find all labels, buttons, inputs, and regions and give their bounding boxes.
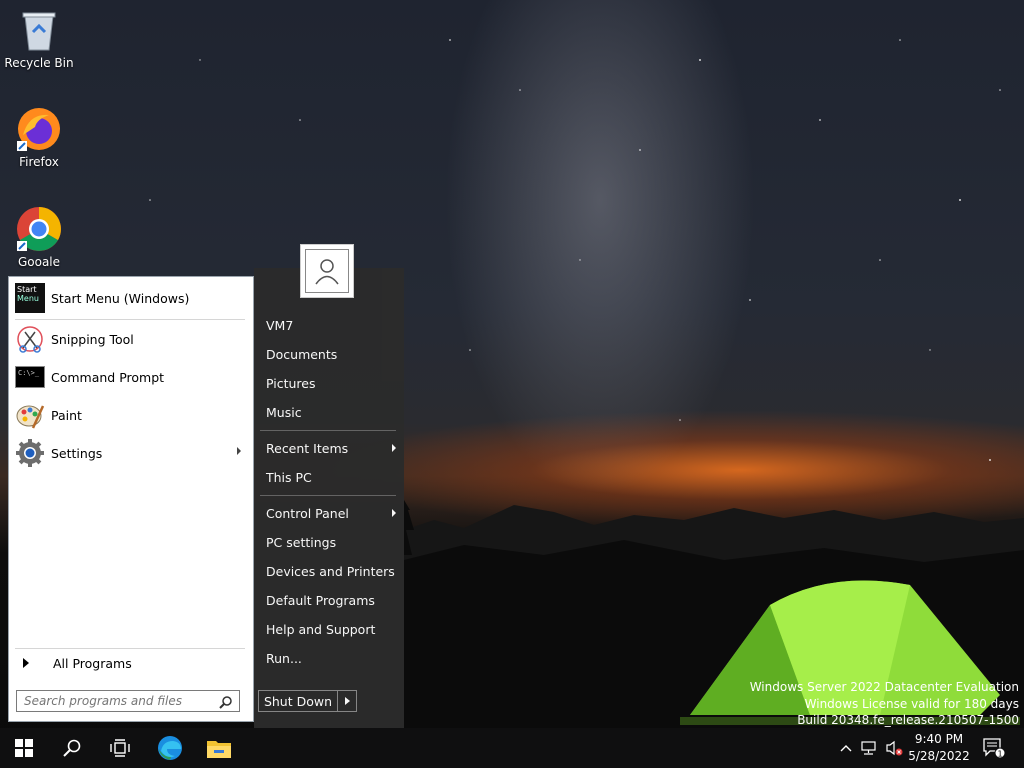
- shutdown-label: Shut Down: [263, 693, 333, 709]
- notifications-icon: 1: [983, 738, 1006, 759]
- right-item-help-and-support[interactable]: Help and Support: [266, 616, 396, 642]
- right-item-label: This PC: [266, 469, 312, 485]
- right-item-control-panel[interactable]: Control Panel: [266, 500, 396, 526]
- user-icon: [305, 249, 349, 293]
- separator: [15, 648, 245, 649]
- program-label: Command Prompt: [51, 369, 165, 385]
- network-icon: [861, 741, 876, 755]
- show-hidden-icons-button[interactable]: [836, 728, 856, 768]
- chevron-right-icon: [344, 697, 350, 705]
- desktop-icon-recycle-bin[interactable]: Recycle Bin: [4, 6, 74, 70]
- firefox-icon: [15, 105, 63, 153]
- right-item-label: Control Panel: [266, 505, 349, 521]
- search-icon[interactable]: [219, 695, 233, 712]
- paint-icon: [15, 400, 45, 430]
- right-item-devices-and-printers[interactable]: Devices and Printers: [266, 558, 396, 584]
- right-item-label: Help and Support: [266, 621, 376, 637]
- right-item-label: Music: [266, 404, 302, 420]
- search-icon: [63, 739, 81, 757]
- taskbar-clock[interactable]: 9:40 PM 5/28/2022: [900, 731, 978, 765]
- watermark-line: Windows Server 2022 Datacenter Evaluatio…: [749, 680, 1019, 694]
- right-item-pc-settings[interactable]: PC settings: [266, 529, 396, 555]
- all-programs-label: All Programs: [53, 655, 132, 671]
- taskbar: 9:40 PM 5/28/2022 1: [0, 728, 1024, 768]
- edge-button[interactable]: [146, 728, 194, 768]
- shutdown-button[interactable]: Shut Down: [258, 690, 338, 712]
- right-item-user[interactable]: VM7: [266, 312, 396, 338]
- program-command-prompt[interactable]: C:\>_ Command Prompt: [15, 360, 247, 394]
- right-item-this-pc[interactable]: This PC: [266, 464, 396, 490]
- command-prompt-icon: C:\>_: [15, 362, 45, 392]
- desktop-icon-label: Gooale: [17, 255, 61, 269]
- recycle-bin-icon: [15, 6, 63, 54]
- program-snipping-tool[interactable]: Snipping Tool: [15, 322, 247, 356]
- program-start-menu[interactable]: Start Menu Start Menu (Windows): [15, 281, 247, 315]
- taskbar-search-button[interactable]: [48, 728, 96, 768]
- program-settings[interactable]: Settings: [15, 436, 247, 470]
- start-menu-icon: Start Menu: [15, 283, 45, 313]
- right-item-pictures[interactable]: Pictures: [266, 370, 396, 396]
- start-button[interactable]: [0, 728, 48, 768]
- right-item-label: Documents: [266, 346, 338, 362]
- task-view-button[interactable]: [96, 728, 144, 768]
- expand-arrow-icon: [23, 658, 29, 668]
- start-windows-icon: [15, 739, 33, 757]
- file-explorer-icon: [207, 741, 231, 758]
- network-tray-button[interactable]: [858, 728, 880, 768]
- start-menu-icon-text: Start: [17, 285, 37, 294]
- submenu-arrow-icon: [392, 509, 396, 517]
- windows-watermark: Windows Server 2022 Datacenter Evaluatio…: [750, 679, 1019, 729]
- desktop-icon-firefox[interactable]: Firefox: [4, 105, 74, 169]
- desktop-icon-label: Recycle Bin: [4, 56, 74, 70]
- search-input[interactable]: [22, 693, 216, 709]
- action-center-button[interactable]: 1: [976, 728, 1012, 768]
- right-item-music[interactable]: Music: [266, 399, 396, 425]
- watermark-line: Build 20348.fe_release.210507-1500: [797, 713, 1019, 727]
- right-item-label: PC settings: [266, 534, 337, 550]
- start-menu-right-pane: VM7 Documents Pictures Music Recent Item…: [254, 268, 404, 728]
- file-explorer-button[interactable]: [195, 728, 243, 768]
- right-item-run[interactable]: Run...: [266, 645, 396, 671]
- settings-gear-icon: [15, 438, 45, 468]
- right-item-label: Devices and Printers: [266, 563, 395, 579]
- program-label: Settings: [51, 445, 103, 461]
- snipping-tool-icon: [15, 324, 45, 354]
- notification-count: 1: [997, 750, 1002, 759]
- separator: [15, 319, 245, 320]
- submenu-arrow-icon: [392, 444, 396, 452]
- right-item-label: Run...: [266, 650, 302, 666]
- separator: [260, 430, 396, 431]
- desktop-icon-chrome[interactable]: Gooale: [4, 205, 74, 269]
- program-paint[interactable]: Paint: [15, 398, 247, 432]
- start-menu-icon-text: Menu: [17, 294, 39, 303]
- chevron-up-icon: [840, 745, 852, 752]
- right-item-label: Pictures: [266, 375, 316, 391]
- start-menu-left-pane: Start Menu Start Menu (Windows) Snipping…: [8, 276, 254, 722]
- program-label: Paint: [51, 407, 82, 423]
- right-item-documents[interactable]: Documents: [266, 341, 396, 367]
- edge-icon: [158, 736, 182, 760]
- user-avatar[interactable]: [300, 244, 354, 298]
- watermark-line: Windows License valid for 180 days: [804, 696, 1019, 711]
- separator: [260, 495, 396, 496]
- clock-date: 5/28/2022: [908, 749, 970, 763]
- submenu-arrow-icon: [237, 447, 241, 455]
- right-item-default-programs[interactable]: Default Programs: [266, 587, 396, 613]
- desktop-icon-label: Firefox: [19, 155, 59, 169]
- command-prompt-icon-text: C:\>_: [15, 366, 45, 388]
- right-item-label: Default Programs: [266, 592, 375, 608]
- all-programs-button[interactable]: All Programs: [15, 653, 247, 673]
- program-label: Snipping Tool: [51, 331, 134, 347]
- search-box[interactable]: [16, 690, 240, 712]
- right-item-label: Recent Items: [266, 440, 349, 456]
- right-item-recent-items[interactable]: Recent Items: [266, 435, 396, 461]
- chrome-icon: [15, 205, 63, 253]
- task-view-icon: [110, 739, 130, 757]
- right-item-label: VM7: [266, 317, 294, 333]
- clock-time: 9:40 PM: [914, 732, 964, 746]
- shutdown-options-button[interactable]: [337, 690, 357, 712]
- program-label: Start Menu (Windows): [51, 290, 190, 306]
